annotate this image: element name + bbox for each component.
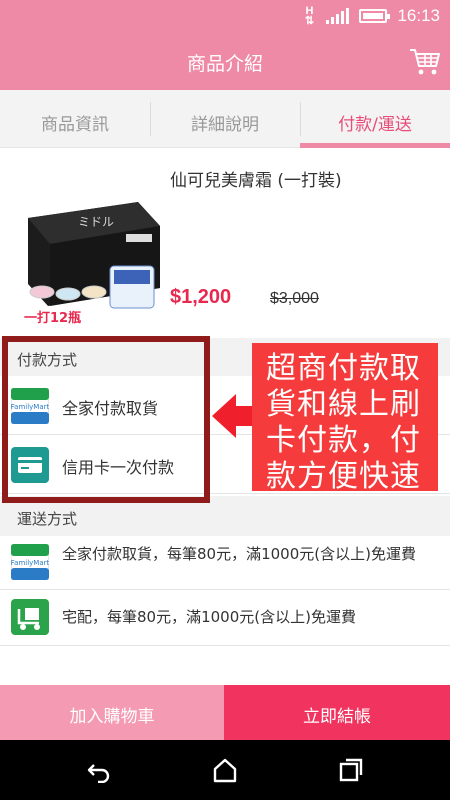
tab-bar: 商品資訊 詳細說明 付款/運送	[0, 90, 450, 148]
status-bar: H ⇅ 16:13	[0, 0, 450, 32]
product-original-price: $3,000	[270, 290, 319, 307]
status-time: 16:13	[397, 6, 440, 25]
back-icon[interactable]	[86, 757, 112, 783]
tab-details[interactable]: 詳細說明	[150, 90, 300, 147]
shipping-option-home-delivery[interactable]: 宅配，每筆80元，滿1000元(含以上)免運費	[0, 590, 450, 646]
page-title: 商品介紹	[186, 53, 263, 75]
home-icon[interactable]	[212, 757, 238, 783]
product-title: 仙可兒美膚霜 (一打裝)	[170, 171, 342, 191]
shipping-option-label: 全家付款取貨，每筆80元，滿1000元(含以上)免運費	[62, 545, 416, 563]
product-image-caption: 一打12瓶	[24, 310, 81, 326]
shipping-option-familymart[interactable]: FamilyMart 全家付款取貨，每筆80元，滿1000元(含以上)免運費	[0, 536, 450, 590]
familymart-icon: FamilyMart	[11, 544, 49, 580]
status-icons: H ⇅ 16:13	[302, 5, 440, 27]
signal-icon	[326, 8, 350, 24]
shipping-option-label: 宅配，每筆80元，滿1000元(含以上)免運費	[62, 608, 356, 626]
add-to-cart-button[interactable]: 加入購物車	[0, 685, 224, 740]
tab-payment-shipping[interactable]: 付款/運送	[300, 90, 450, 148]
data-arrows-icon: ⇅	[304, 15, 315, 27]
product-summary: 仙可兒美膚霜 (一打裝) ミドル 一打12瓶 $1,200 $3,000	[0, 148, 450, 338]
svg-text:FamilyMart: FamilyMart	[11, 559, 49, 567]
checkout-button[interactable]: 立即結帳	[224, 685, 450, 740]
network-type-icon: H ⇅	[302, 6, 316, 27]
svg-text:ミドル: ミドル	[78, 215, 114, 229]
promo-callout: 超商付款取貨和線上刷卡付款，付款方便快速	[252, 343, 438, 494]
bottom-action-bar: 加入購物車 立即結帳	[0, 685, 450, 740]
product-image: ミドル 一打12瓶	[24, 202, 160, 326]
battery-icon	[359, 9, 391, 23]
system-nav-bar	[0, 740, 450, 800]
app-bar: 商品介紹	[0, 32, 450, 90]
recent-apps-icon[interactable]	[338, 757, 364, 783]
product-price: $1,200	[170, 286, 232, 308]
shipping-methods: 運送方式 FamilyMart 全家付款取貨，每筆80元，滿1000元(含以上)…	[0, 496, 450, 684]
tab-product-info[interactable]: 商品資訊	[0, 90, 150, 147]
shopping-cart-icon	[410, 49, 440, 75]
home-delivery-icon	[11, 599, 49, 635]
payment-highlight-frame	[2, 336, 210, 503]
cart-button[interactable]	[408, 44, 442, 78]
